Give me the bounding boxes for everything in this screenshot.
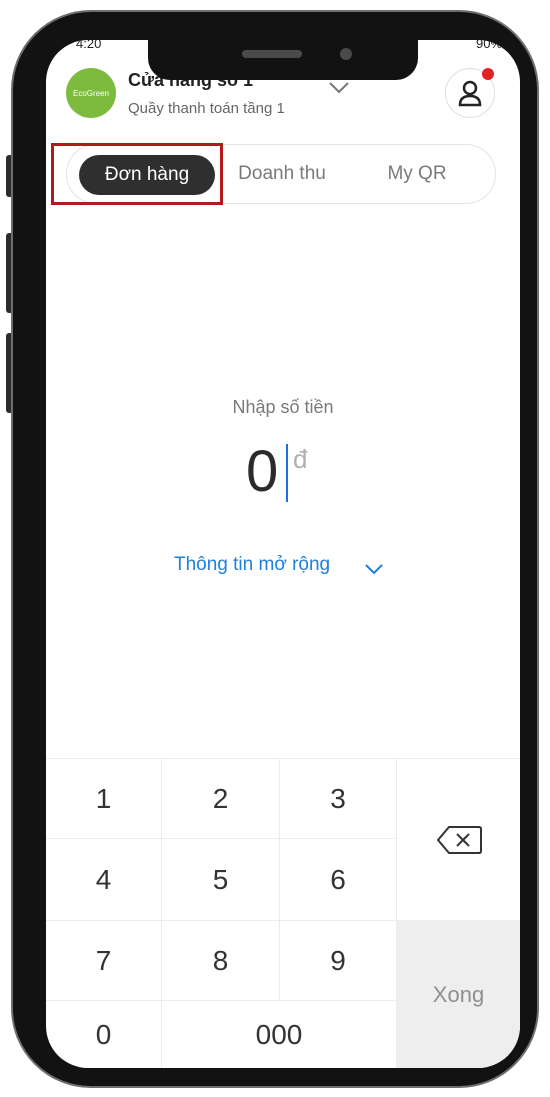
- chevron-down-icon[interactable]: [364, 562, 384, 576]
- amount-input[interactable]: 0: [246, 438, 278, 505]
- speaker-grill: [242, 50, 302, 58]
- key-3[interactable]: 3: [280, 759, 397, 839]
- phone-notch: [148, 34, 418, 80]
- key-8[interactable]: 8: [162, 921, 280, 1001]
- notification-dot: [482, 68, 494, 80]
- store-logo: EcoGreen: [66, 68, 116, 118]
- counter-name: Quầy thanh toán tầng 1: [128, 100, 285, 117]
- key-0[interactable]: 0: [46, 1001, 162, 1068]
- key-6[interactable]: 6: [280, 839, 397, 921]
- logo-text: EcoGreen: [72, 88, 110, 98]
- user-icon: [458, 80, 482, 107]
- key-7[interactable]: 7: [46, 921, 162, 1001]
- backspace-button[interactable]: [397, 759, 520, 921]
- key-4[interactable]: 4: [46, 839, 162, 921]
- tab-my-qr[interactable]: My QR: [367, 145, 467, 203]
- key-9[interactable]: 9: [280, 921, 397, 1001]
- more-info-toggle[interactable]: Thông tin mở rộng: [174, 554, 330, 576]
- key-1[interactable]: 1: [46, 759, 162, 839]
- status-time: 4:20: [76, 40, 102, 51]
- chevron-down-icon[interactable]: [328, 80, 350, 96]
- currency-symbol: đ: [293, 444, 308, 474]
- text-cursor: [286, 444, 288, 502]
- tab-revenue[interactable]: Doanh thu: [217, 145, 347, 203]
- amount-label: Nhập số tiền: [232, 397, 334, 417]
- tab-highlight-box: [51, 143, 223, 205]
- done-button[interactable]: Xong: [397, 921, 520, 1068]
- key-2[interactable]: 2: [162, 759, 280, 839]
- numeric-keypad: 1 2 3 4 5 6 7 8 9 0 000 Xong: [46, 758, 520, 1068]
- key-000[interactable]: 000: [162, 1001, 397, 1068]
- status-battery: 90%: [475, 40, 502, 51]
- front-camera: [340, 48, 352, 60]
- backspace-icon: [436, 825, 482, 854]
- key-5[interactable]: 5: [162, 839, 280, 921]
